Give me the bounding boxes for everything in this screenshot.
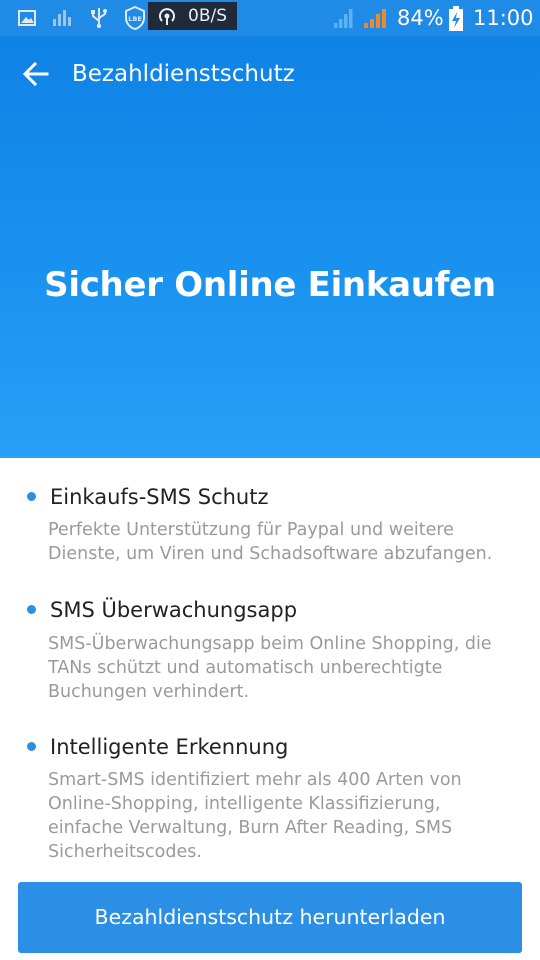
- battery-percent: 84%: [397, 6, 444, 30]
- hero-banner: [0, 36, 540, 458]
- signal-icon: [334, 9, 353, 28]
- gallery-icon: [18, 10, 36, 26]
- bullet-icon: [27, 605, 36, 614]
- equalizer-icon: [53, 10, 71, 26]
- page-title: Bezahldienstschutz: [72, 61, 295, 87]
- battery-charging-icon: [449, 6, 463, 31]
- feature-title: SMS Überwachungsapp: [50, 598, 298, 622]
- feature-title: Einkaufs-SMS Schutz: [50, 485, 269, 509]
- hero-headline: Sicher Online Einkaufen: [44, 265, 496, 305]
- feature-description: Perfekte Unterstützung für Paypal und we…: [48, 520, 493, 564]
- lbe-icon: LBE: [125, 6, 145, 30]
- feature-description: Smart-SMS identifiziert mehr als 400 Art…: [48, 770, 462, 862]
- status-bar: LBE 0B/S 84% 11:00: [0, 0, 540, 36]
- feature-title: Intelligente Erkennung: [50, 735, 289, 759]
- hotspot-icon: [159, 8, 175, 25]
- bullet-icon: [27, 492, 36, 501]
- back-arrow-icon[interactable]: [22, 60, 50, 88]
- svg-text:LBE: LBE: [128, 15, 142, 23]
- bullet-icon: [27, 742, 36, 751]
- signal-icon: [364, 9, 386, 28]
- feature-description: SMS-Überwachungsapp beim Online Shopping…: [48, 634, 492, 702]
- clock: 11:00: [473, 6, 534, 30]
- usb-icon: [91, 8, 107, 29]
- download-button[interactable]: Bezahldienstschutz herunterladen: [18, 882, 522, 953]
